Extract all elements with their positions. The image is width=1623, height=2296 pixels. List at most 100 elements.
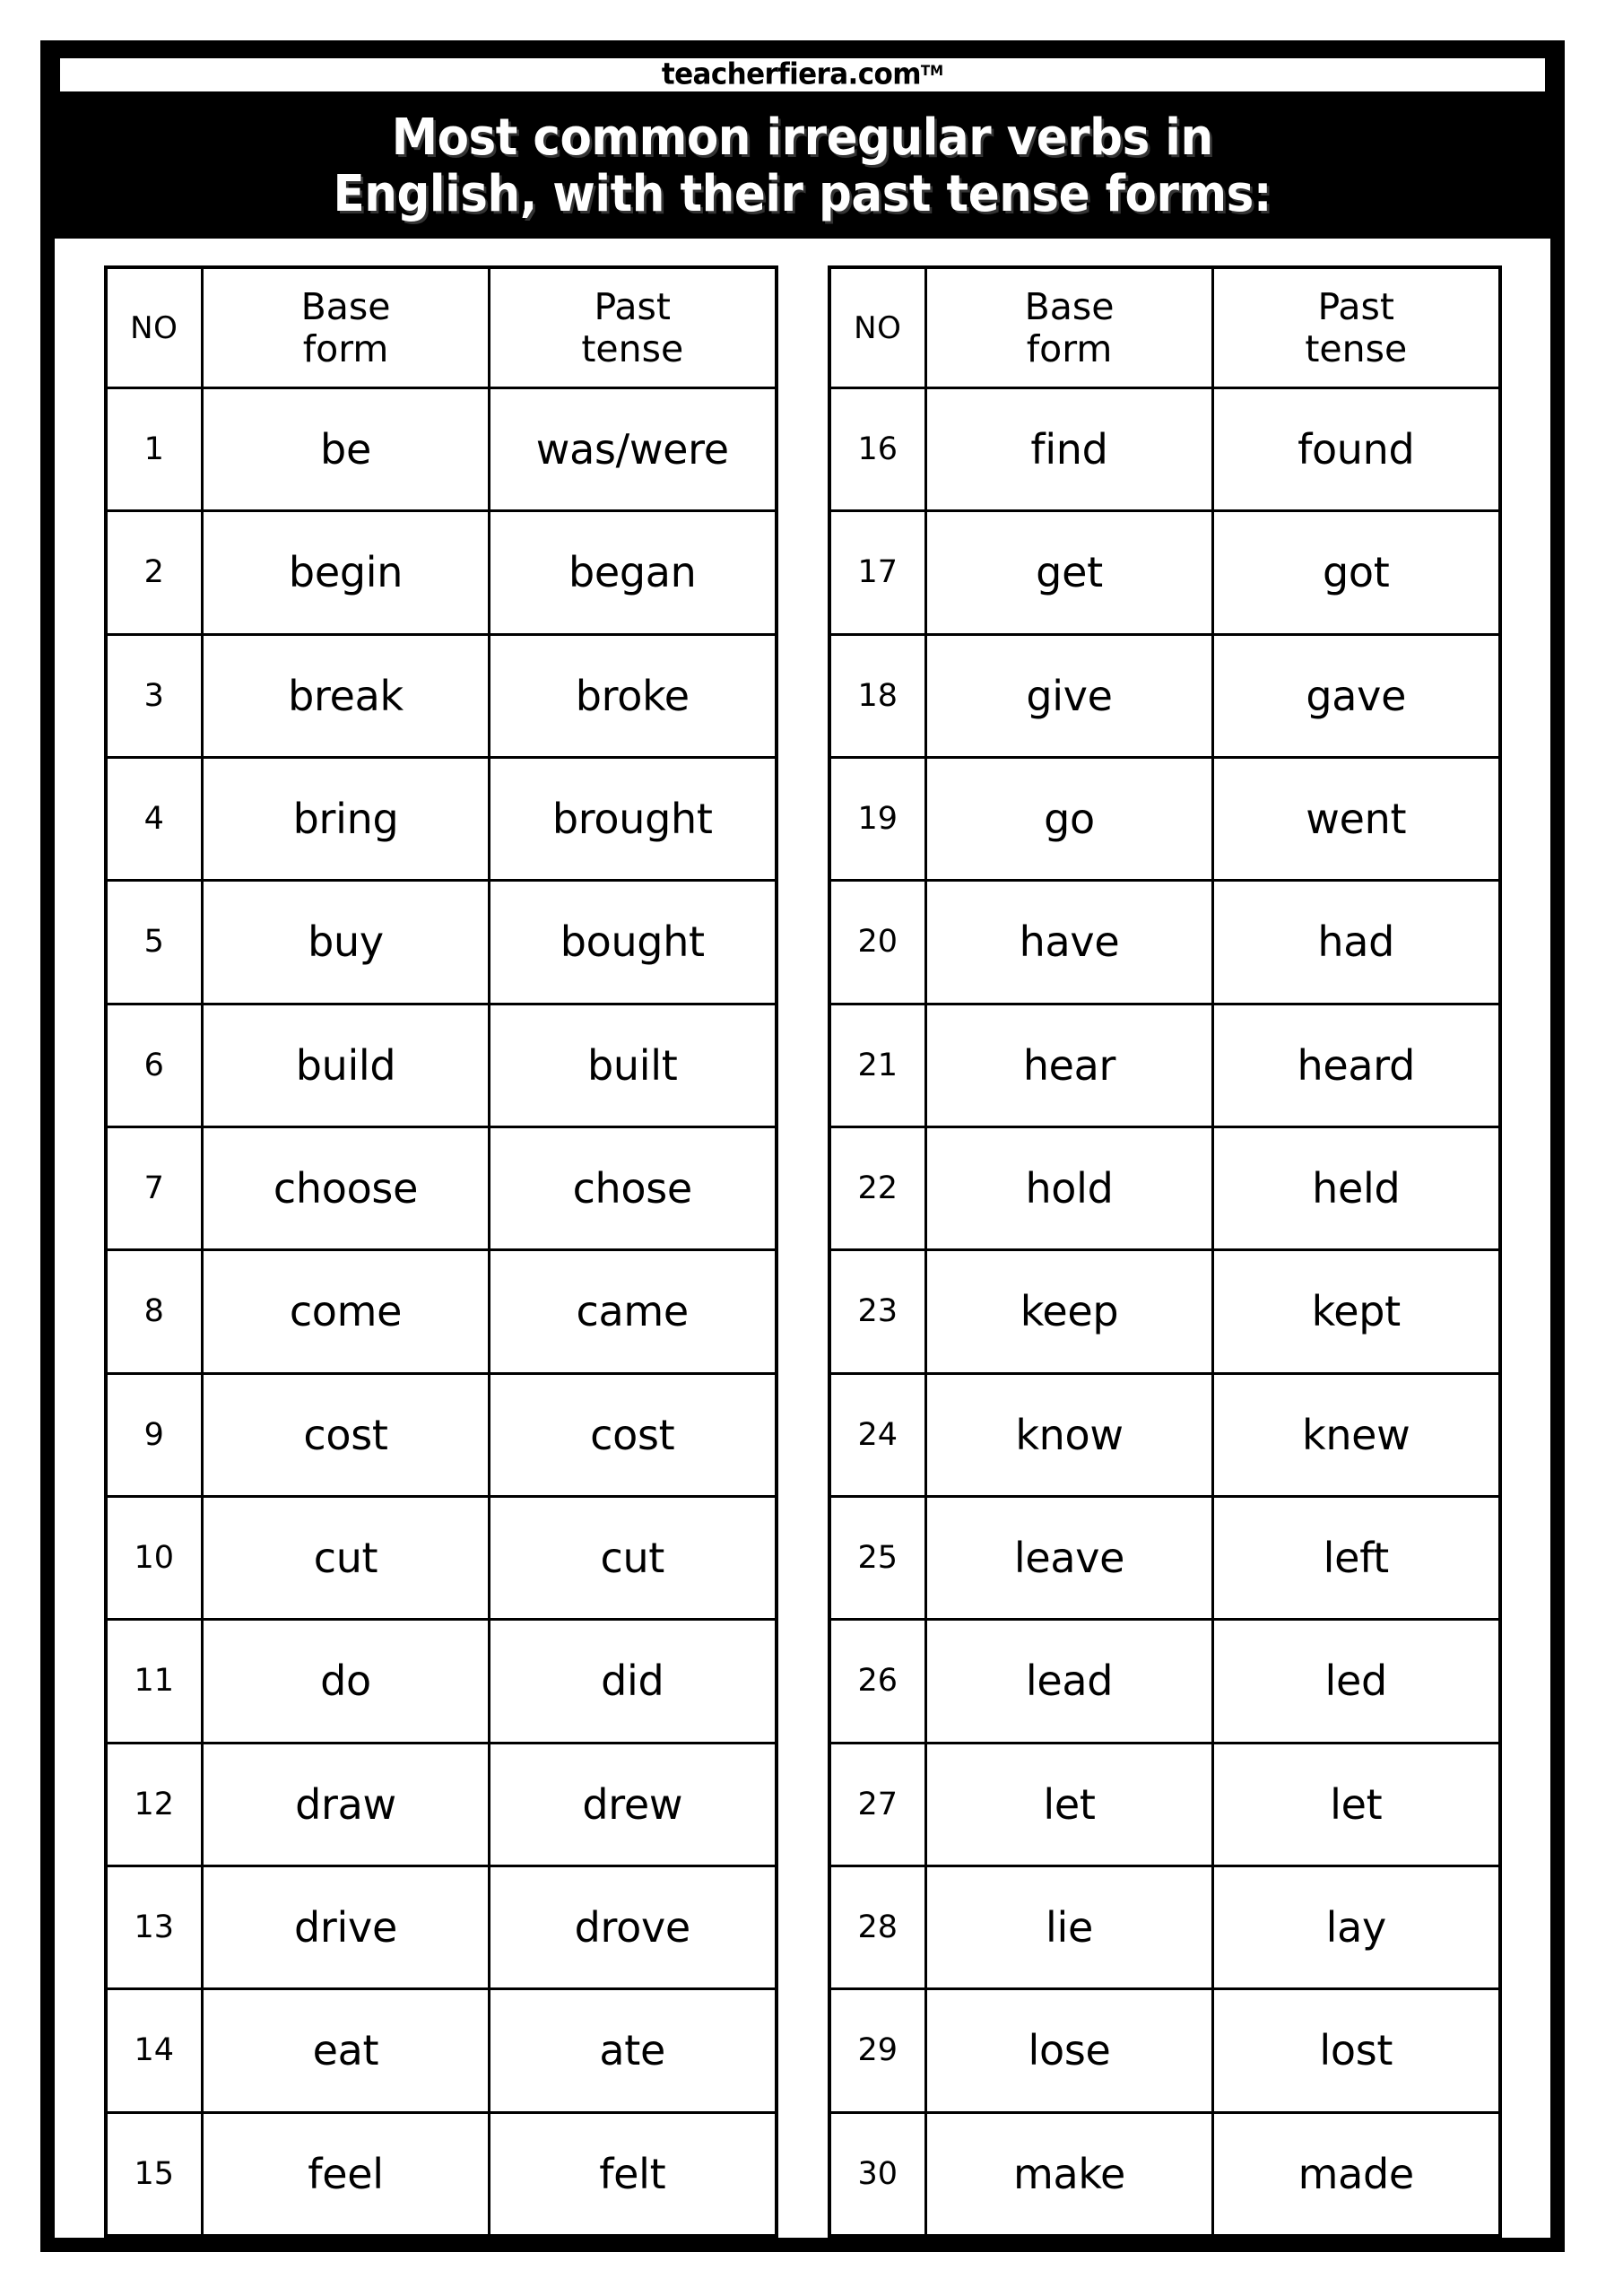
table-header-row: NO Base form Past tense [104, 265, 777, 389]
past-tense: bought [488, 879, 777, 1005]
table-row: 22 hold held [828, 1125, 1501, 1252]
table-row: 27 let let [828, 1741, 1501, 1867]
row-number: 3 [104, 632, 204, 759]
page-title: Most common irregular verbs in English, … [333, 109, 1272, 223]
base-form: keep [924, 1248, 1214, 1375]
table-row: 2 begin began [104, 509, 777, 636]
row-number: 23 [828, 1248, 927, 1375]
past-tense: ate [488, 1987, 777, 2114]
row-number: 20 [828, 879, 927, 1005]
table-row: 3 break broke [104, 632, 777, 759]
base-form: cost [201, 1371, 490, 1498]
table-row: 23 keep kept [828, 1248, 1501, 1375]
past-tense: found [1211, 386, 1501, 513]
past-tense: drew [488, 1741, 777, 1867]
table-row: 5 buy bought [104, 879, 777, 1005]
past-tense: broke [488, 632, 777, 759]
base-form: find [924, 386, 1214, 513]
row-number: 29 [828, 1987, 927, 2114]
table-row: 16 find found [828, 386, 1501, 513]
table-row: 26 lead led [828, 1618, 1501, 1744]
base-form: leave [924, 1494, 1214, 1622]
table-row: 24 know knew [828, 1371, 1501, 1498]
row-number: 4 [104, 755, 204, 883]
base-form: bring [201, 755, 490, 883]
base-form: do [201, 1618, 490, 1744]
row-number: 5 [104, 879, 204, 1005]
row-number: 26 [828, 1618, 927, 1744]
title-banner: Most common irregular verbs in English, … [55, 95, 1550, 239]
base-form: go [924, 755, 1214, 883]
past-tense: had [1211, 879, 1501, 1005]
row-number: 25 [828, 1494, 927, 1622]
base-form: break [201, 632, 490, 759]
table-row: 6 build built [104, 1002, 777, 1128]
base-form: choose [201, 1125, 490, 1252]
table-row: 8 come came [104, 1248, 777, 1375]
header-no: NO [104, 265, 204, 389]
brand-strip: teacherfiera.comTM [55, 55, 1550, 95]
brand-logo-text: teacherfiera.comTM [662, 60, 943, 90]
base-form: hold [924, 1125, 1214, 1252]
table-row: 12 draw drew [104, 1741, 777, 1867]
past-tense: was/were [488, 386, 777, 513]
row-number: 21 [828, 1002, 927, 1128]
base-form: begin [201, 509, 490, 636]
table-row: 20 have had [828, 879, 1501, 1005]
row-number: 6 [104, 1002, 204, 1128]
past-tense: lost [1211, 1987, 1501, 2114]
row-number: 27 [828, 1741, 927, 1867]
header-base-form: Base form [924, 265, 1214, 389]
row-number: 16 [828, 386, 927, 513]
row-number: 8 [104, 1248, 204, 1375]
base-form: feel [201, 2110, 490, 2238]
table-row: 15 feel felt [104, 2110, 777, 2238]
row-number: 28 [828, 1864, 927, 1991]
row-number: 15 [104, 2110, 204, 2238]
header-past-tense: Past tense [1211, 265, 1501, 389]
table-row: 4 bring brought [104, 755, 777, 883]
brand-inner: teacherfiera.comTM [60, 58, 1545, 91]
base-form: draw [201, 1741, 490, 1867]
past-tense: held [1211, 1125, 1501, 1252]
past-tense: left [1211, 1494, 1501, 1622]
verb-table-right: NO Base form Past tense 16 find found 17… [827, 265, 1502, 2238]
row-number: 12 [104, 1741, 204, 1867]
past-tense: cut [488, 1494, 777, 1622]
past-tense: went [1211, 755, 1501, 883]
table-row: 21 hear heard [828, 1002, 1501, 1128]
past-tense: lay [1211, 1864, 1501, 1991]
base-form: drive [201, 1864, 490, 1991]
past-tense: built [488, 1002, 777, 1128]
table-header-row: NO Base form Past tense [828, 265, 1501, 389]
row-number: 19 [828, 755, 927, 883]
past-tense: heard [1211, 1002, 1501, 1128]
past-tense: began [488, 509, 777, 636]
row-number: 18 [828, 632, 927, 759]
row-number: 1 [104, 386, 204, 513]
table-row: 13 drive drove [104, 1864, 777, 1991]
table-row: 1 be was/were [104, 386, 777, 513]
table-row: 9 cost cost [104, 1371, 777, 1498]
row-number: 14 [104, 1987, 204, 2114]
row-number: 7 [104, 1125, 204, 1252]
row-number: 24 [828, 1371, 927, 1498]
base-form: hear [924, 1002, 1214, 1128]
past-tense: made [1211, 2110, 1501, 2238]
table-body-right: 16 find found 17 get got 18 give gave 19… [828, 386, 1501, 2238]
base-form: buy [201, 879, 490, 1005]
base-form: lose [924, 1987, 1214, 2114]
verb-table-left: NO Base form Past tense 1 be was/were 2 … [103, 265, 778, 2238]
row-number: 9 [104, 1371, 204, 1498]
table-row: 30 make made [828, 2110, 1501, 2238]
base-form: lead [924, 1618, 1214, 1744]
table-row: 7 choose chose [104, 1125, 777, 1252]
table-row: 25 leave left [828, 1494, 1501, 1622]
base-form: let [924, 1741, 1214, 1867]
base-form: come [201, 1248, 490, 1375]
past-tense: led [1211, 1618, 1501, 1744]
past-tense: gave [1211, 632, 1501, 759]
base-form: give [924, 632, 1214, 759]
base-form: make [924, 2110, 1214, 2238]
base-form: have [924, 879, 1214, 1005]
